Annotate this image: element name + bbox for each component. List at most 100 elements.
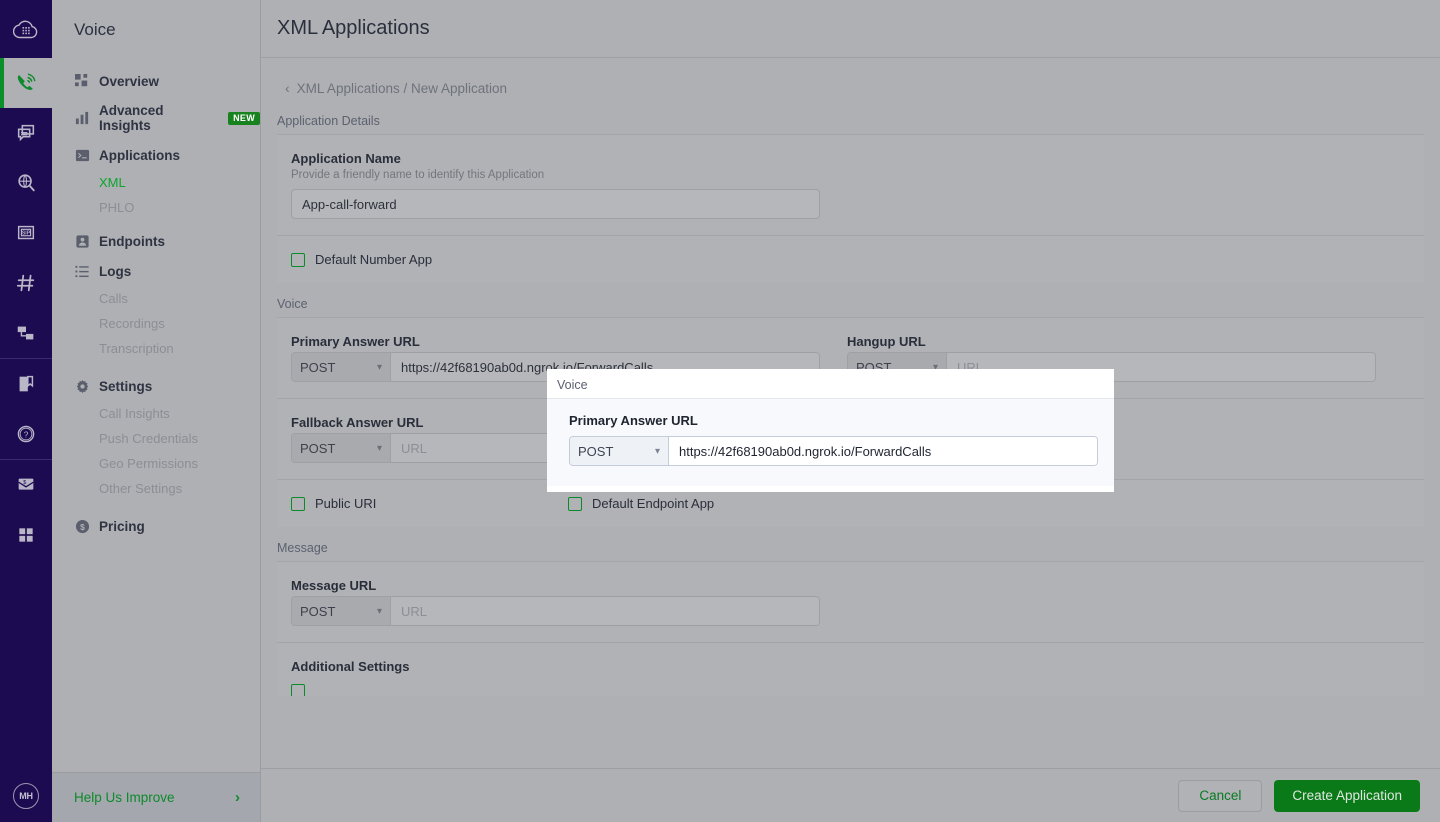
select-primary-answer-method[interactable]: POST ▾ bbox=[292, 353, 391, 381]
breadcrumb[interactable]: ‹ XML Applications / New Application bbox=[277, 58, 1424, 114]
svg-text:$: $ bbox=[23, 480, 26, 486]
gear-icon bbox=[74, 378, 90, 394]
hint-application-name: Provide a friendly name to identify this… bbox=[291, 169, 1410, 181]
checkbox-row-default-number-app: Default Number App bbox=[291, 252, 1410, 267]
main-content: XML Applications ‹ XML Applications / Ne… bbox=[261, 0, 1440, 822]
sidebar-item-call-insights[interactable]: Call Insights bbox=[52, 401, 260, 426]
sidebar-item-transcription[interactable]: Transcription bbox=[52, 336, 260, 361]
chevron-down-icon: ▾ bbox=[377, 443, 382, 454]
terminal-icon bbox=[74, 147, 90, 163]
chevron-left-icon[interactable]: ‹ bbox=[285, 80, 290, 96]
spotlight-input-group-primary-answer-url: POST ▾ https://42f68190ab0d.ngrok.io/For… bbox=[569, 436, 1098, 466]
billing-envelope-icon: $ bbox=[15, 474, 37, 496]
chevron-right-icon: › bbox=[235, 789, 240, 806]
help-us-improve-button[interactable]: Help Us Improve › bbox=[52, 772, 260, 822]
create-application-button[interactable]: Create Application bbox=[1274, 780, 1420, 812]
sidebar-item-phlo[interactable]: PHLO bbox=[52, 195, 260, 220]
checkbox-box-icon[interactable] bbox=[291, 253, 305, 267]
spotlight-select-primary-answer-method[interactable]: POST ▾ bbox=[570, 437, 669, 465]
flow-nodes-icon bbox=[15, 322, 37, 344]
select-primary-answer-method-value: POST bbox=[300, 360, 335, 375]
spotlight-input-primary-answer-url[interactable]: https://42f68190ab0d.ngrok.io/ForwardCal… bbox=[669, 437, 1097, 465]
sidebar-item-settings[interactable]: Settings bbox=[52, 371, 260, 401]
row-default-number-app: Default Number App bbox=[277, 236, 1424, 283]
checkbox-public-uri[interactable]: Public URI bbox=[291, 496, 568, 511]
chevron-down-icon: ▾ bbox=[377, 606, 382, 617]
checkbox-default-endpoint-app[interactable]: Default Endpoint App bbox=[568, 496, 845, 511]
sidebar-label-applications: Applications bbox=[99, 148, 180, 163]
bar-chart-icon bbox=[74, 110, 90, 126]
page-title: XML Applications bbox=[277, 17, 430, 40]
sidebar-item-calls[interactable]: Calls bbox=[52, 286, 260, 311]
input-group-message-url: POST ▾ URL bbox=[291, 596, 820, 626]
dollar-icon: $ bbox=[74, 518, 90, 534]
sidebar-item-pricing[interactable]: $ Pricing bbox=[52, 511, 260, 541]
panel-message: Message URL POST ▾ URL Additional Settin… bbox=[277, 561, 1424, 696]
sip-trunk-icon: SIP bbox=[15, 222, 37, 244]
user-avatar[interactable]: MH bbox=[0, 770, 52, 822]
rail-item-help[interactable]: ? bbox=[0, 409, 52, 459]
sidebar-title: Voice bbox=[52, 0, 260, 58]
rail-item-docs[interactable] bbox=[0, 359, 52, 409]
endpoint-icon bbox=[74, 233, 90, 249]
sidebar-item-applications[interactable]: Applications bbox=[52, 140, 260, 170]
cloud-grid-logo-icon bbox=[13, 18, 39, 40]
rail-item-sip-trunking[interactable]: SIP bbox=[0, 208, 52, 258]
rail-item-lookup[interactable] bbox=[0, 158, 52, 208]
section-label-voice: Voice bbox=[277, 283, 1424, 317]
sidebar-label-overview: Overview bbox=[99, 74, 159, 89]
sidebar-item-other-settings[interactable]: Other Settings bbox=[52, 476, 260, 501]
label-hangup-url: Hangup URL bbox=[847, 334, 1376, 349]
new-badge: NEW bbox=[228, 112, 260, 125]
sidebar-item-push-credentials[interactable]: Push Credentials bbox=[52, 426, 260, 451]
sidebar-item-overview[interactable]: Overview bbox=[52, 66, 260, 96]
select-message-method[interactable]: POST ▾ bbox=[292, 597, 391, 625]
sidebar-item-logs[interactable]: Logs bbox=[52, 256, 260, 286]
rail-item-phone-numbers[interactable] bbox=[0, 258, 52, 308]
sidebar-label-pricing: Pricing bbox=[99, 519, 145, 534]
rail-item-flows[interactable] bbox=[0, 308, 52, 358]
checkbox-box-icon[interactable] bbox=[568, 497, 582, 511]
sidebar: Voice Overview Advanced Insights bbox=[52, 0, 261, 822]
rail-item-billing[interactable]: $ bbox=[0, 460, 52, 510]
select-fallback-method[interactable]: POST ▾ bbox=[292, 434, 391, 462]
checkbox-label-public-uri: Public URI bbox=[315, 496, 376, 511]
checkbox-default-number-app[interactable]: Default Number App bbox=[291, 252, 568, 267]
rail-item-apps[interactable] bbox=[0, 510, 52, 560]
label-primary-answer-url: Primary Answer URL bbox=[291, 334, 820, 349]
icon-rail: SIP ? bbox=[0, 0, 52, 822]
app-root: SIP ? bbox=[0, 0, 1440, 822]
brand-logo[interactable] bbox=[0, 0, 52, 58]
select-fallback-method-value: POST bbox=[300, 441, 335, 456]
checkbox-box-icon[interactable] bbox=[291, 684, 305, 696]
spotlight-label-primary-answer-url: Primary Answer URL bbox=[569, 413, 1114, 428]
hash-numbers-icon bbox=[15, 272, 37, 294]
sidebar-item-advanced-insights[interactable]: Advanced Insights NEW bbox=[52, 96, 260, 140]
action-bar: Cancel Create Application bbox=[261, 768, 1440, 822]
rail-item-voice[interactable] bbox=[0, 58, 52, 108]
rail-item-messaging[interactable] bbox=[0, 108, 52, 158]
sidebar-label-advanced-insights: Advanced Insights bbox=[99, 103, 215, 133]
checkbox-label-default-number-app: Default Number App bbox=[315, 252, 432, 267]
sidebar-item-recordings[interactable]: Recordings bbox=[52, 311, 260, 336]
row-cut-off-checkbox bbox=[291, 684, 1410, 696]
avatar-initials: MH bbox=[13, 783, 39, 809]
sidebar-item-xml[interactable]: XML bbox=[52, 170, 260, 195]
cancel-button[interactable]: Cancel bbox=[1178, 780, 1262, 812]
input-message-url[interactable]: URL bbox=[391, 597, 819, 625]
form-scroll-area: ‹ XML Applications / New Application App… bbox=[261, 58, 1440, 768]
page-header: XML Applications bbox=[261, 0, 1440, 58]
dashboard-icon bbox=[74, 73, 90, 89]
label-additional-settings: Additional Settings bbox=[291, 659, 1410, 674]
sidebar-item-endpoints[interactable]: Endpoints bbox=[52, 226, 260, 256]
messages-icon bbox=[15, 122, 37, 144]
input-application-name[interactable]: App-call-forward bbox=[291, 189, 820, 219]
spotlight-section-label-voice: Voice bbox=[547, 369, 1114, 398]
sidebar-nav: Overview Advanced Insights NEW bbox=[52, 58, 260, 772]
row-application-name: Application Name Provide a friendly name… bbox=[277, 135, 1424, 236]
label-application-name: Application Name bbox=[291, 151, 1410, 166]
list-icon bbox=[74, 263, 90, 279]
sidebar-item-geo-permissions[interactable]: Geo Permissions bbox=[52, 451, 260, 476]
grid-apps-icon bbox=[16, 525, 36, 545]
checkbox-box-icon[interactable] bbox=[291, 497, 305, 511]
